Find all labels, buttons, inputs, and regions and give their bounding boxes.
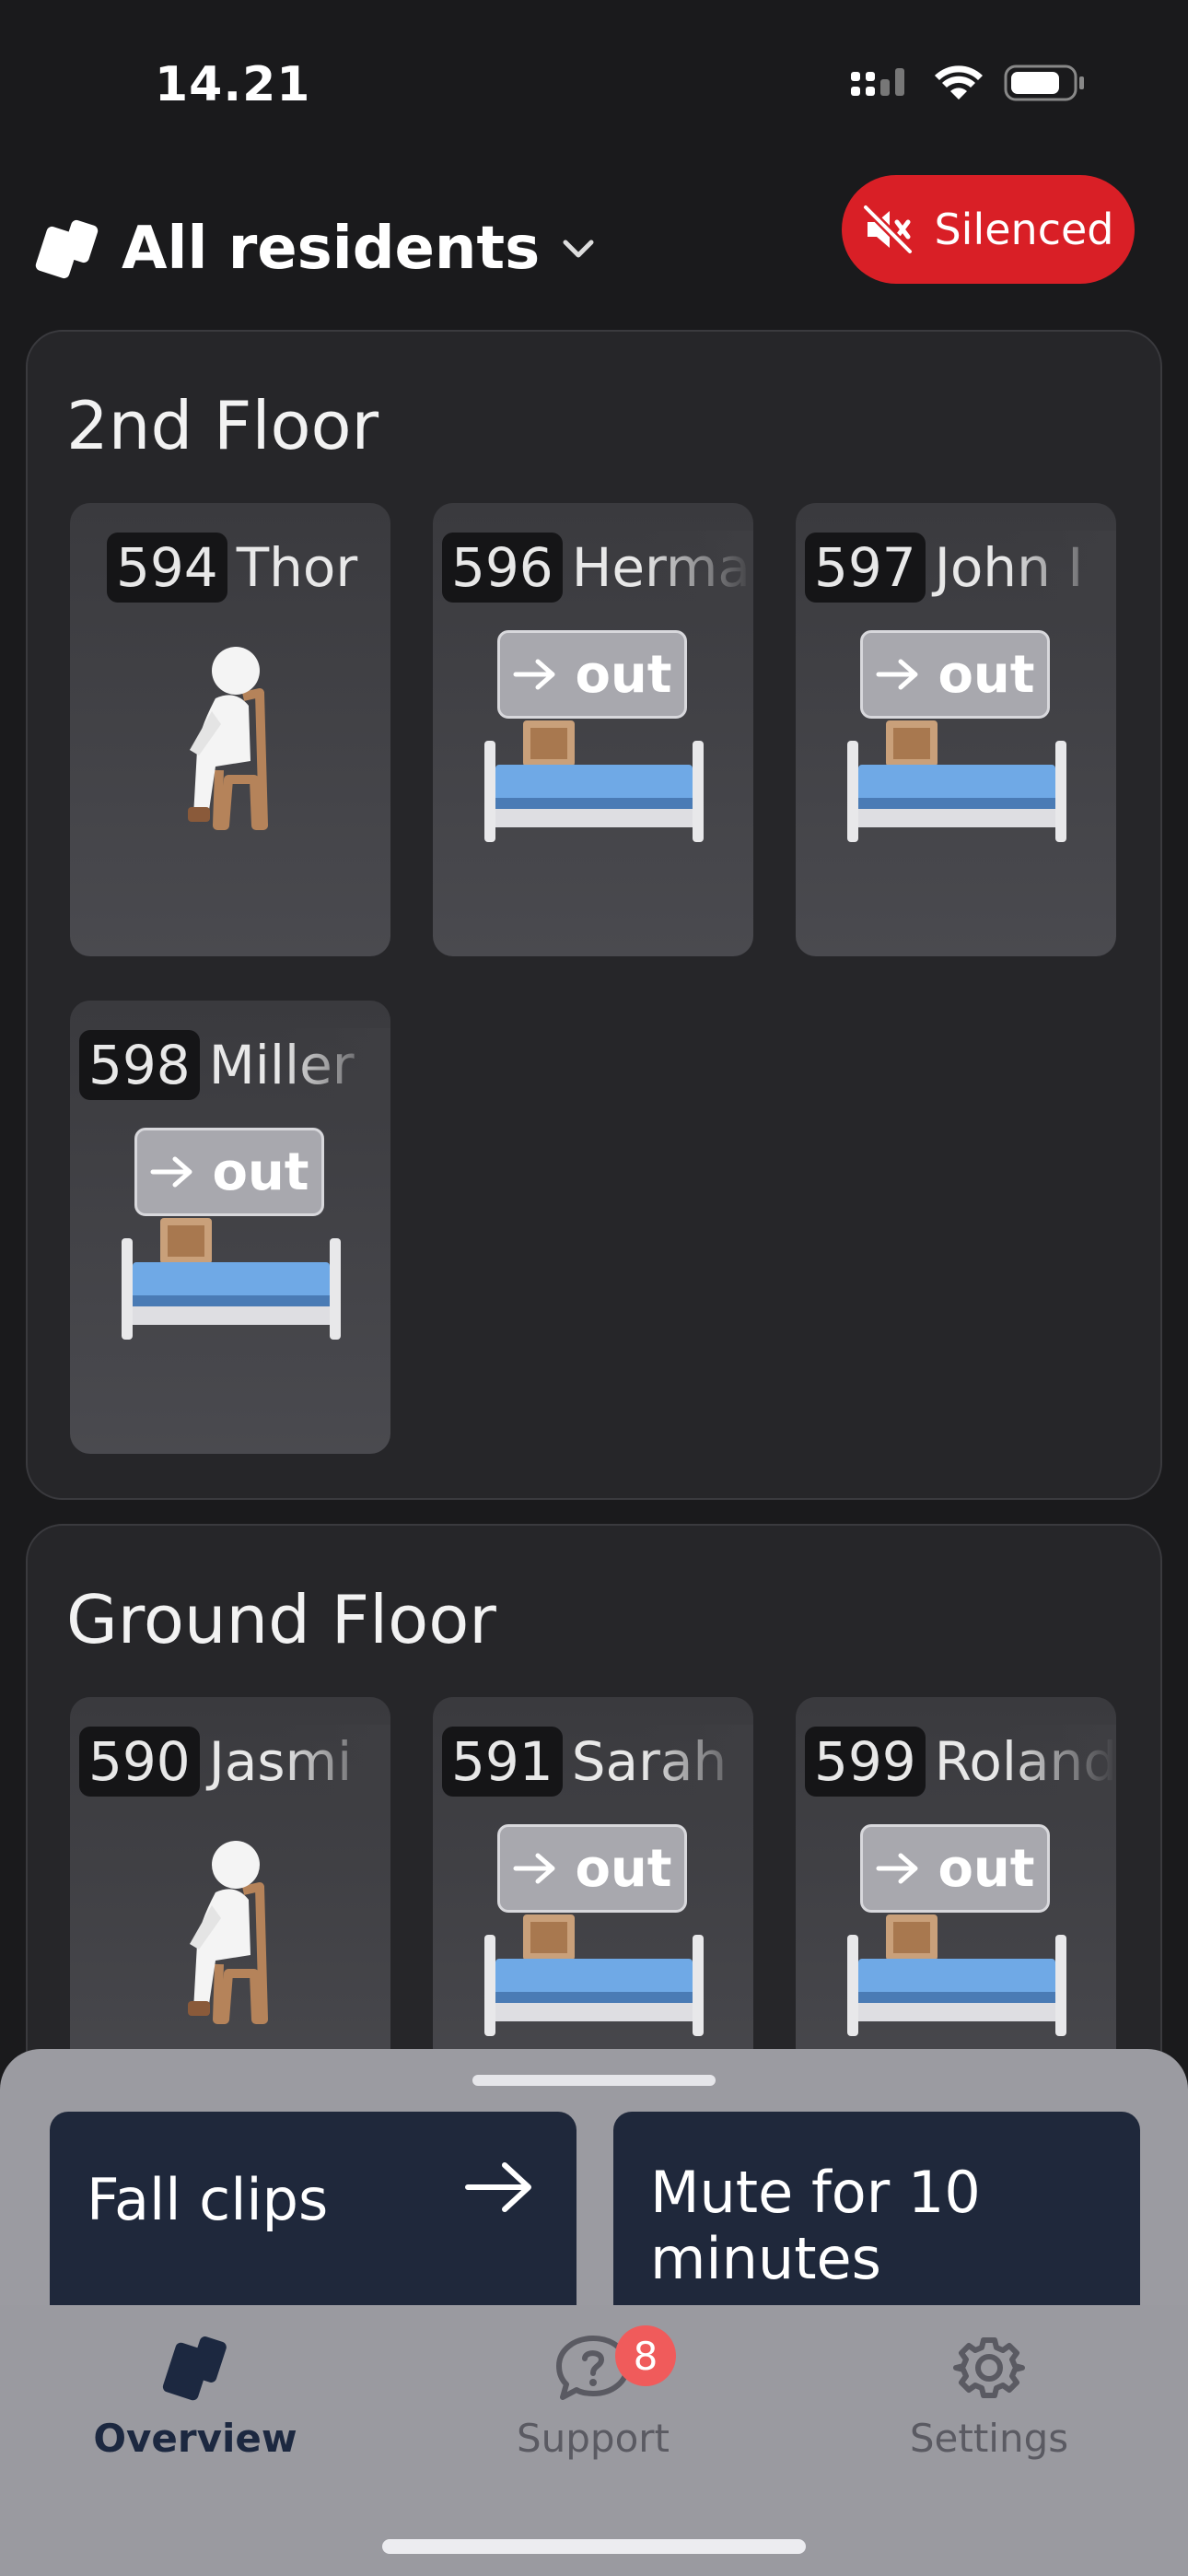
chevron-down-icon [563, 240, 594, 258]
tab-label: Settings [909, 2416, 1069, 2461]
bed-icon [484, 1914, 704, 2036]
out-label: out [938, 1838, 1035, 1899]
out-badge: out [860, 630, 1050, 719]
bed-icon [847, 720, 1066, 842]
arrow-right-icon [876, 1853, 918, 1884]
tab-support[interactable]: Support 8 [455, 2325, 731, 2480]
home-indicator [382, 2539, 806, 2554]
resident-card-598[interactable]: 598 Miller out [70, 1001, 390, 1454]
out-badge: out [497, 630, 687, 719]
resident-card-596[interactable]: 596 Herma out [433, 503, 753, 956]
speaker-muted-icon [863, 204, 914, 255]
sheet-drag-handle[interactable] [472, 2075, 716, 2086]
mute-label: Mute for 10 minutes [650, 2159, 981, 2292]
out-label: out [212, 1142, 309, 1202]
out-label: out [575, 644, 672, 705]
residents-title: All residents [122, 215, 541, 283]
out-badge: out [497, 1824, 687, 1913]
floor-title: Ground Floor [66, 1581, 496, 1658]
resident-card-594[interactable]: 594 Thor [70, 503, 390, 956]
resident-card-597[interactable]: 597 John I out [796, 503, 1116, 956]
app-header: All residents Silenced [0, 175, 1188, 322]
residents-selector[interactable]: All residents [33, 203, 597, 295]
out-badge: out [860, 1824, 1050, 1913]
tab-label: Support [516, 2416, 670, 2461]
sitting-person-icon [188, 647, 268, 830]
signal-icon [851, 68, 904, 96]
arrow-right-icon [876, 659, 918, 690]
silenced-label: Silenced [934, 205, 1114, 254]
silenced-button[interactable]: Silenced [842, 175, 1135, 284]
battery-icon [1004, 64, 1084, 101]
resident-name: Thor [236, 536, 358, 599]
floor-section-2nd: 2nd Floor 594 Thor 596 Herma [26, 330, 1162, 1500]
room-number: 594 [107, 533, 227, 603]
bed-icon [122, 1218, 341, 1340]
arrow-right-icon [513, 1853, 555, 1884]
out-label: out [575, 1838, 672, 1899]
arrow-right-icon [150, 1156, 192, 1188]
status-icons [849, 63, 1087, 103]
floor-title: 2nd Floor [66, 387, 379, 464]
room-number: 591 [442, 1727, 563, 1797]
mute-10-minutes-button[interactable]: Mute for 10 minutes [613, 2112, 1140, 2333]
room-number: 590 [79, 1727, 200, 1797]
cards-icon [162, 2336, 227, 2401]
bed-icon [847, 1914, 1066, 2036]
status-time: 14.21 [155, 57, 311, 112]
tab-settings[interactable]: Settings [851, 2333, 1127, 2480]
out-label: out [938, 644, 1035, 705]
bed-icon [484, 720, 704, 842]
cards-logo-icon [35, 219, 99, 279]
sitting-person-icon [188, 1841, 268, 2024]
status-bar: 14.21 [0, 0, 1188, 175]
room-number: 597 [805, 533, 926, 603]
out-badge: out [134, 1128, 324, 1216]
fall-clips-button[interactable]: Fall clips [50, 2112, 577, 2333]
room-number: 598 [79, 1030, 200, 1100]
gear-icon [953, 2337, 1025, 2398]
tab-label: Overview [93, 2416, 297, 2461]
notification-badge: 8 [615, 2325, 676, 2386]
arrow-right-icon [513, 659, 555, 690]
room-number: 596 [442, 533, 563, 603]
wifi-icon [935, 65, 983, 100]
tab-overview[interactable]: Overview [57, 2333, 333, 2480]
tab-bar: Overview Support 8 Settings [0, 2305, 1188, 2576]
fall-clips-label: Fall clips [87, 2166, 329, 2233]
room-number: 599 [805, 1727, 926, 1797]
arrow-right-icon [465, 2162, 531, 2212]
card-header: 594 Thor [79, 531, 390, 604]
